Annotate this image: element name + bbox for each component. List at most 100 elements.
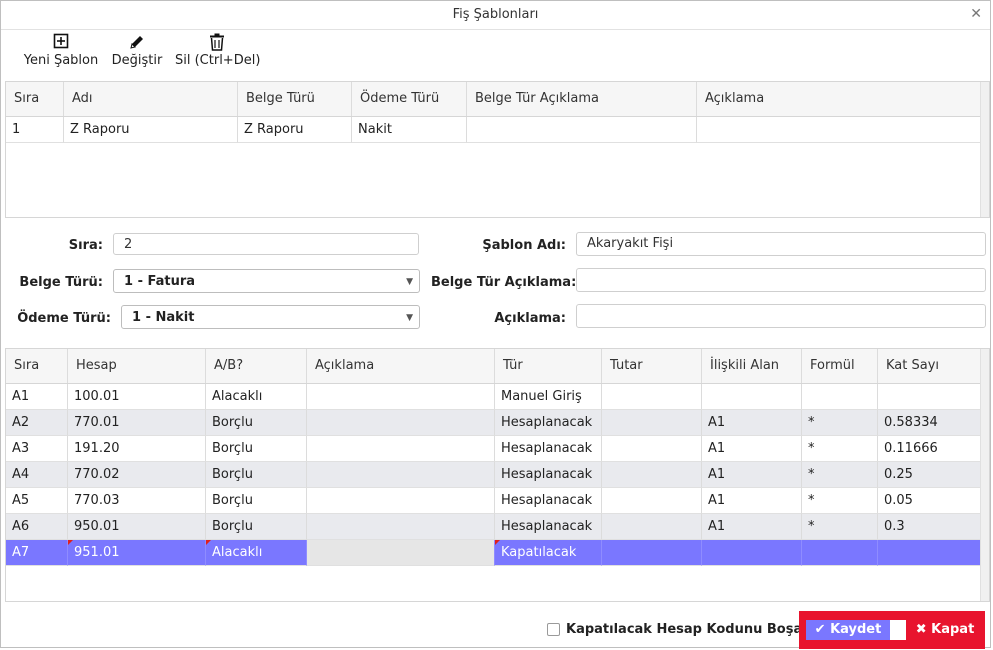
cell-aciklama[interactable] [307,410,495,436]
cell-formul[interactable] [802,540,878,566]
header-kat-sayi[interactable]: Kat Sayı [878,349,983,383]
save-button[interactable]: ✔ Kaydet [806,620,890,640]
cell-tutar[interactable] [602,540,702,566]
close-button[interactable]: ✖ Kapat [911,620,979,640]
aciklama-input[interactable] [576,304,986,328]
cell-kat-sayi[interactable]: 0.11666 [878,436,983,462]
cell-tur[interactable]: Hesaplanacak [495,410,602,436]
cell-ab[interactable]: Borçlu [206,488,307,514]
cell-hesap[interactable]: 100.01 [68,384,206,410]
cell-kat-sayi[interactable] [878,384,983,410]
odeme-turu-select[interactable]: 1 - Nakit ▼ [121,305,420,329]
cell-aciklama[interactable] [307,540,495,566]
cell-belge-tur-aciklama[interactable] [467,117,697,143]
new-template-button[interactable]: Yeni Şablon [21,31,101,73]
cell-hesap[interactable]: 950.01 [68,514,206,540]
cell-iliskili-alan[interactable]: A1 [702,514,802,540]
cell-ab[interactable]: Borçlu [206,410,307,436]
cell-tutar[interactable] [602,384,702,410]
header-tur[interactable]: Tür [495,349,602,383]
cell-hesap[interactable]: 191.20 [68,436,206,462]
cell-formul[interactable]: * [802,488,878,514]
cell-tutar[interactable] [602,410,702,436]
cell-sira[interactable]: A4 [6,462,68,488]
cell-tur[interactable]: Hesaplanacak [495,488,602,514]
cell-formul[interactable] [802,384,878,410]
cell-tutar[interactable] [602,488,702,514]
lines-grid-scrollbar[interactable] [980,349,989,601]
header-aciklama[interactable]: Açıklama [307,349,495,383]
cell-sira[interactable]: A5 [6,488,68,514]
delete-button[interactable]: Sil (Ctrl+Del) [175,31,260,73]
cell-aciklama[interactable] [307,384,495,410]
cell-hesap[interactable]: 951.01 [68,540,206,566]
kapatilacak-hesap-checkbox[interactable] [547,623,560,636]
header-hesap[interactable]: Hesap [68,349,206,383]
cell-tur[interactable]: Hesaplanacak [495,436,602,462]
header-belge-tur-aciklama[interactable]: Belge Tür Açıklama [467,82,697,116]
cell-tur[interactable]: Hesaplanacak [495,514,602,540]
cell-iliskili-alan[interactable]: A1 [702,462,802,488]
cell-aciklama[interactable] [307,514,495,540]
cell-tutar[interactable] [602,462,702,488]
header-belge-turu[interactable]: Belge Türü [238,82,352,116]
table-row[interactable]: A2 770.01 Borçlu Hesaplanacak A1 * 0.58334 [6,410,983,436]
cell-belge-turu[interactable]: Z Raporu [238,117,352,143]
cell-odeme-turu[interactable]: Nakit [352,117,467,143]
header-sira[interactable]: Sıra [6,82,64,116]
table-row[interactable]: A1 100.01 Alacaklı Manuel Giriş [6,384,983,410]
cell-hesap[interactable]: 770.03 [68,488,206,514]
table-row[interactable]: A6 950.01 Borçlu Hesaplanacak A1 * 0.3 [6,514,983,540]
cell-sira[interactable]: A7 [6,540,68,566]
belge-turu-select[interactable]: 1 - Fatura ▼ [113,269,420,293]
cell-sira[interactable]: A2 [6,410,68,436]
cell-sira[interactable]: A3 [6,436,68,462]
header-odeme-turu[interactable]: Ödeme Türü [352,82,467,116]
header-ab[interactable]: A/B? [206,349,307,383]
cell-hesap[interactable]: 770.01 [68,410,206,436]
header-formul[interactable]: Formül [802,349,878,383]
cell-ab[interactable]: Borçlu [206,514,307,540]
cell-aciklama[interactable] [697,117,981,143]
cell-sira[interactable]: A1 [6,384,68,410]
close-icon[interactable]: ✕ [970,6,982,22]
cell-ab[interactable]: Alacaklı [206,384,307,410]
cell-ab[interactable]: Borçlu [206,436,307,462]
templates-grid-scrollbar[interactable] [980,82,989,217]
table-row[interactable]: A5 770.03 Borçlu Hesaplanacak A1 * 0.05 [6,488,983,514]
cell-formul[interactable]: * [802,514,878,540]
cell-iliskili-alan[interactable]: A1 [702,436,802,462]
cell-iliskili-alan[interactable]: A1 [702,488,802,514]
cell-formul[interactable]: * [802,462,878,488]
cell-iliskili-alan[interactable] [702,384,802,410]
header-tutar[interactable]: Tutar [602,349,702,383]
header-aciklama[interactable]: Açıklama [697,82,981,116]
cell-kat-sayi[interactable] [878,540,983,566]
cell-kat-sayi[interactable]: 0.3 [878,514,983,540]
cell-formul[interactable]: * [802,436,878,462]
cell-kat-sayi[interactable]: 0.58334 [878,410,983,436]
sablon-adi-input[interactable]: Akaryakıt Fişi [576,232,986,256]
header-iliskili-alan[interactable]: İlişkili Alan [702,349,802,383]
cell-kat-sayi[interactable]: 0.25 [878,462,983,488]
belge-tur-aciklama-input[interactable] [576,268,986,292]
cell-hesap[interactable]: 770.02 [68,462,206,488]
table-row[interactable]: A4 770.02 Borçlu Hesaplanacak A1 * 0.25 [6,462,983,488]
cell-sira[interactable]: 1 [6,117,64,143]
table-row[interactable]: 1 Z Raporu Z Raporu Nakit [6,117,981,143]
cell-adi[interactable]: Z Raporu [64,117,238,143]
cell-tutar[interactable] [602,514,702,540]
cell-iliskili-alan[interactable] [702,540,802,566]
edit-button[interactable]: Değiştir [109,31,165,73]
table-row[interactable]: A3 191.20 Borçlu Hesaplanacak A1 * 0.11666 [6,436,983,462]
header-sira[interactable]: Sıra [6,349,68,383]
cell-ab[interactable]: Alacaklı [206,540,307,566]
cell-ab[interactable]: Borçlu [206,462,307,488]
cell-tur[interactable]: Manuel Giriş [495,384,602,410]
cell-aciklama[interactable] [307,436,495,462]
cell-formul[interactable]: * [802,410,878,436]
header-adi[interactable]: Adı [64,82,238,116]
table-row-selected[interactable]: A7 951.01 Alacaklı Kapatılacak [6,540,983,566]
cell-tur[interactable]: Kapatılacak [495,540,602,566]
cell-iliskili-alan[interactable]: A1 [702,410,802,436]
